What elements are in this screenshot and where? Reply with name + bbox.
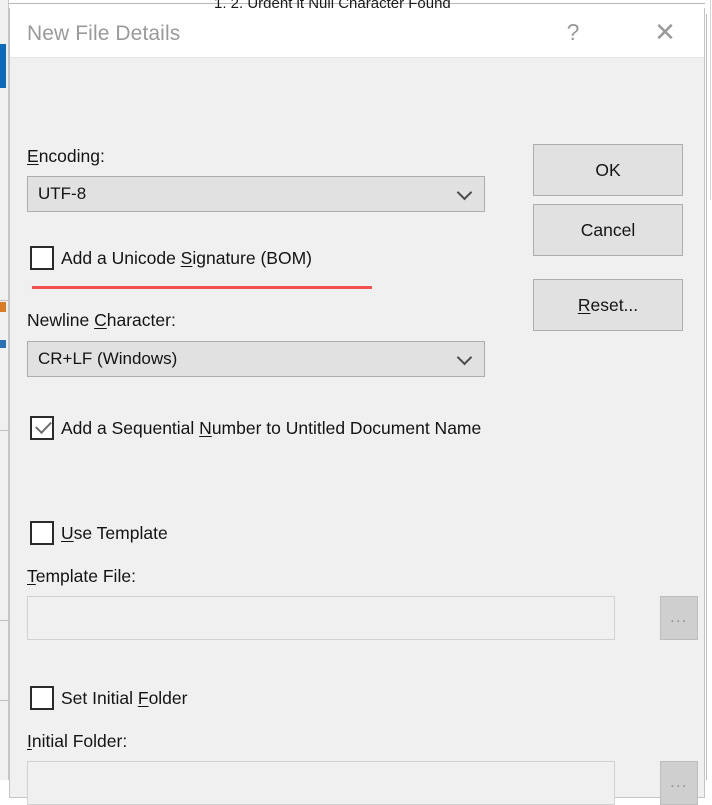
template-file-browse-button[interactable]: ... <box>660 596 698 640</box>
dialog-body: Encoding: UTF-8 Add a Unicode Signature … <box>10 58 704 805</box>
checkbox-box <box>30 686 54 710</box>
cancel-button[interactable]: Cancel <box>533 204 683 256</box>
encoding-label: Encoding: <box>27 146 105 166</box>
background-accent-orange <box>0 302 6 312</box>
use-template-label: Use Template <box>61 522 168 543</box>
bom-highlight-underline <box>32 286 372 289</box>
background-accent-blue <box>0 44 6 88</box>
add-bom-label: Add a Unicode Signature (BOM) <box>61 247 312 268</box>
background-rule <box>0 300 9 301</box>
reset-button[interactable]: Reset... <box>533 279 683 331</box>
initial-folder-browse-button[interactable]: ... <box>660 761 698 805</box>
background-left-panel <box>0 0 9 780</box>
checkbox-box <box>30 246 54 270</box>
newline-character-combobox[interactable]: CR+LF (Windows) <box>27 341 485 377</box>
background-rule <box>0 620 9 621</box>
background-rule <box>0 430 9 431</box>
background-right-border-2 <box>710 0 711 200</box>
use-template-checkbox[interactable]: Use Template <box>30 521 168 545</box>
encoding-value: UTF-8 <box>38 184 87 203</box>
checkbox-box <box>30 521 54 545</box>
set-initial-folder-label: Set Initial Folder <box>61 687 188 708</box>
initial-folder-label: Initial Folder: <box>27 731 128 751</box>
checkbox-box-checked <box>30 416 54 440</box>
background-right-border <box>706 14 707 780</box>
chevron-down-icon <box>456 349 473 366</box>
sequential-number-label: Add a Sequential Number to Untitled Docu… <box>61 417 482 438</box>
dialog-title: New File Details <box>27 22 181 45</box>
background-rule <box>0 700 9 701</box>
sequential-number-checkbox[interactable]: Add a Sequential Number to Untitled Docu… <box>30 416 481 440</box>
newline-character-label: Newline Character: <box>27 310 176 330</box>
initial-folder-input[interactable] <box>27 761 615 805</box>
set-initial-folder-checkbox[interactable]: Set Initial Folder <box>30 686 187 710</box>
help-icon[interactable]: ? <box>550 8 596 57</box>
new-file-details-dialog: New File Details ? ✕ Encoding: UTF-8 Add… <box>9 8 705 805</box>
add-bom-checkbox[interactable]: Add a Unicode Signature (BOM) <box>30 246 312 270</box>
newline-character-value: CR+LF (Windows) <box>38 349 178 368</box>
dialog-titlebar: New File Details ? ✕ <box>10 8 704 58</box>
chevron-down-icon <box>456 184 473 201</box>
encoding-combobox[interactable]: UTF-8 <box>27 176 485 212</box>
template-file-input[interactable] <box>27 596 615 640</box>
close-icon[interactable]: ✕ <box>642 8 688 57</box>
background-accent-blue-2 <box>0 340 6 348</box>
template-file-label: Template File: <box>27 566 136 586</box>
ok-button[interactable]: OK <box>533 144 683 196</box>
